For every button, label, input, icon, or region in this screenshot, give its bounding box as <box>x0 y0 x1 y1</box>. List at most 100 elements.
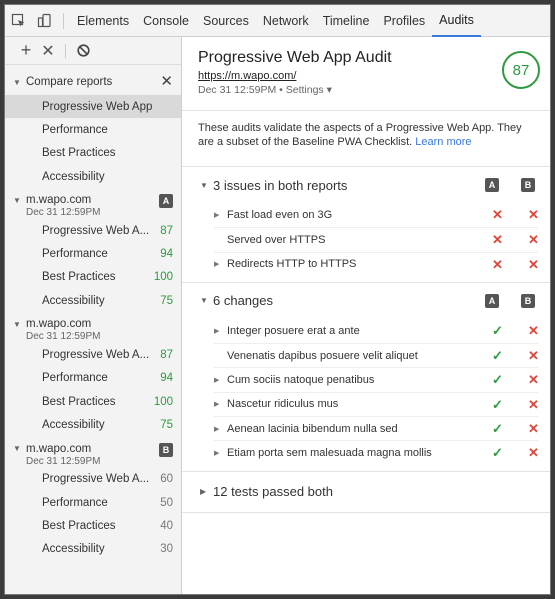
audit-row[interactable]: ▶ Redirects HTTP to HTTPS ✕ ✕ <box>214 251 539 276</box>
report-header[interactable]: ▼ m.wapo.com Dec 31 12:59PM B <box>5 437 181 468</box>
report-name: m.wapo.com <box>26 442 92 455</box>
tab-console[interactable]: Console <box>136 5 196 37</box>
sidebar-item-label: Progressive Web A... <box>42 349 150 362</box>
block-icon[interactable] <box>72 44 94 57</box>
report-header[interactable]: ▼ m.wapo.com Dec 31 12:59PM <box>5 312 181 343</box>
report-date: Dec 31 12:59PM <box>26 455 101 467</box>
sidebar-item-best-practices[interactable]: Best Practices 40 <box>5 514 181 537</box>
section-title: 6 changes <box>213 293 273 309</box>
sidebar-item-label: Performance <box>42 123 108 136</box>
sidebar-item-accessibility[interactable]: Accessibility 30 <box>5 537 181 560</box>
sidebar-item-performance[interactable]: Performance 94 <box>5 242 181 265</box>
audit-label: Fast load even on 3G <box>227 209 333 222</box>
audit-row[interactable]: Venenatis dapibus posuere velit aliquet ✓… <box>214 343 539 367</box>
tab-sources[interactable]: Sources <box>196 5 256 37</box>
audit-row[interactable]: ▶ Etiam porta sem malesuada magna mollis ✓… <box>214 440 539 464</box>
tab-timeline[interactable]: Timeline <box>316 5 377 37</box>
clear-icon[interactable]: ✕ <box>37 41 59 61</box>
sidebar-item-pwa[interactable]: Progressive Web A... 87 <box>5 343 181 366</box>
audit-label: Cum sociis natoque penatibus <box>227 374 375 387</box>
audit-label: Aenean lacinia bibendum nulla sed <box>227 422 398 435</box>
tab-elements[interactable]: Elements <box>70 5 136 37</box>
score-value: 60 <box>160 473 173 486</box>
pass-icon: ✓ <box>492 396 503 412</box>
score-gauge: 87 <box>502 51 540 89</box>
sidebar-item-label: Progressive Web A... <box>42 473 150 486</box>
devtools-toolbar: Elements Console Sources Network Timelin… <box>5 5 550 37</box>
audit-label: Venenatis dapibus posuere velit aliquet <box>227 349 418 362</box>
sidebar-item-label: Accessibility <box>42 170 105 183</box>
learn-more-link[interactable]: Learn more <box>415 136 471 148</box>
sidebar-item-label: Best Practices <box>42 271 116 284</box>
audit-row[interactable]: Served over HTTPS ✕ ✕ <box>214 227 539 251</box>
audit-label: Etiam porta sem malesuada magna mollis <box>227 447 432 460</box>
sidebar-item-label: Performance <box>42 372 108 385</box>
audit-label: Redirects HTTP to HTTPS <box>227 258 357 271</box>
expand-arrow-icon: ▶ <box>214 450 220 458</box>
audit-row[interactable]: ▶ Nascetur ridiculus mus ✓ ✕ <box>214 391 539 416</box>
sidebar-item-accessibility[interactable]: Accessibility 75 <box>5 413 181 436</box>
expand-arrow-icon: ▶ <box>214 425 220 433</box>
audit-meta: Dec 31 12:59PM • Settings ▾ <box>198 84 550 96</box>
page-title: Progressive Web App Audit <box>198 49 392 66</box>
report-name: m.wapo.com <box>26 318 92 331</box>
passed-section: ▶ 12 tests passed both <box>182 472 550 513</box>
sidebar-item-label: Accessibility <box>42 418 105 431</box>
fail-icon: ✕ <box>492 207 503 222</box>
audit-row[interactable]: ▶ Cum sociis natoque penatibus ✓ ✕ <box>214 367 539 391</box>
report-badge: A <box>159 194 173 209</box>
expand-arrow-icon: ▶ <box>214 261 220 269</box>
report-badge: B <box>159 442 173 457</box>
score-value: 75 <box>160 418 173 431</box>
sidebar-item-label: Performance <box>42 248 108 261</box>
fail-icon: ✕ <box>528 445 539 461</box>
compare-reports-label: Compare reports <box>26 76 113 88</box>
settings-dropdown[interactable]: Settings ▾ <box>286 84 332 96</box>
changes-section: ▼ 6 changes A B ▶ Integer posuere erat a … <box>182 283 550 472</box>
device-mode-icon[interactable] <box>31 5 57 37</box>
pass-icon: ✓ <box>492 445 503 461</box>
tab-profiles[interactable]: Profiles <box>376 5 432 37</box>
add-icon[interactable]: + <box>15 40 37 61</box>
section-title: 12 tests passed both <box>213 484 333 500</box>
section-header[interactable]: ▶ 12 tests passed both <box>182 472 550 512</box>
section-header[interactable]: ▼ 3 issues in both reports A B <box>182 167 550 203</box>
sidebar-item-compare-performance[interactable]: Performance <box>5 118 181 141</box>
score-value: 50 <box>160 496 173 509</box>
column-a-badge: A <box>485 178 499 192</box>
score-value: 94 <box>160 372 173 385</box>
expand-arrow-icon: ▶ <box>214 212 220 220</box>
fail-icon: ✕ <box>528 421 539 437</box>
expand-triangle-icon: ▼ <box>200 296 208 306</box>
score-value: 30 <box>160 543 173 556</box>
sidebar-item-performance[interactable]: Performance 50 <box>5 491 181 514</box>
audit-row[interactable]: ▶ Integer posuere erat a ante ✓ ✕ <box>214 319 539 343</box>
issues-section: ▼ 3 issues in both reports A B ▶ Fast loa… <box>182 167 550 283</box>
sidebar-item-label: Best Practices <box>42 395 116 408</box>
audit-url-link[interactable]: https://m.wapo.com/ <box>198 70 550 82</box>
tab-audits[interactable]: Audits <box>432 5 481 37</box>
inspect-element-icon[interactable] <box>5 5 31 37</box>
section-header[interactable]: ▼ 6 changes A B <box>182 283 550 319</box>
report-header[interactable]: ▼ m.wapo.com Dec 31 12:59PM A <box>5 188 181 219</box>
score-value: 87 <box>160 349 173 362</box>
sidebar-item-best-practices[interactable]: Best Practices 100 <box>5 266 181 289</box>
sidebar-item-compare-accessibility[interactable]: Accessibility <box>5 165 181 188</box>
tab-network[interactable]: Network <box>256 5 316 37</box>
column-b-badge: B <box>521 293 535 308</box>
audit-row[interactable]: ▶ Fast load even on 3G ✕ ✕ <box>214 203 539 227</box>
audit-header: Progressive Web App Audit https://m.wapo… <box>182 37 550 111</box>
audit-row[interactable]: ▶ Aenean lacinia bibendum nulla sed ✓ ✕ <box>214 416 539 440</box>
sidebar-item-accessibility[interactable]: Accessibility 75 <box>5 289 181 312</box>
expand-arrow-icon: ▶ <box>214 328 220 336</box>
close-icon[interactable]: ✕ <box>160 72 173 90</box>
sidebar-item-pwa[interactable]: Progressive Web A... 60 <box>5 468 181 491</box>
sidebar-item-pwa[interactable]: Progressive Web A... 87 <box>5 219 181 242</box>
audit-label: Served over HTTPS <box>227 233 326 246</box>
sidebar-item-best-practices[interactable]: Best Practices 100 <box>5 390 181 413</box>
sidebar-item-compare-pwa[interactable]: Progressive Web App <box>5 95 181 119</box>
section-title: 3 issues in both reports <box>213 177 348 193</box>
sidebar-item-compare-best-practices[interactable]: Best Practices <box>5 142 181 165</box>
sidebar-item-performance[interactable]: Performance 94 <box>5 367 181 390</box>
compare-reports-header[interactable]: ▼ Compare reports ✕ <box>5 69 181 95</box>
